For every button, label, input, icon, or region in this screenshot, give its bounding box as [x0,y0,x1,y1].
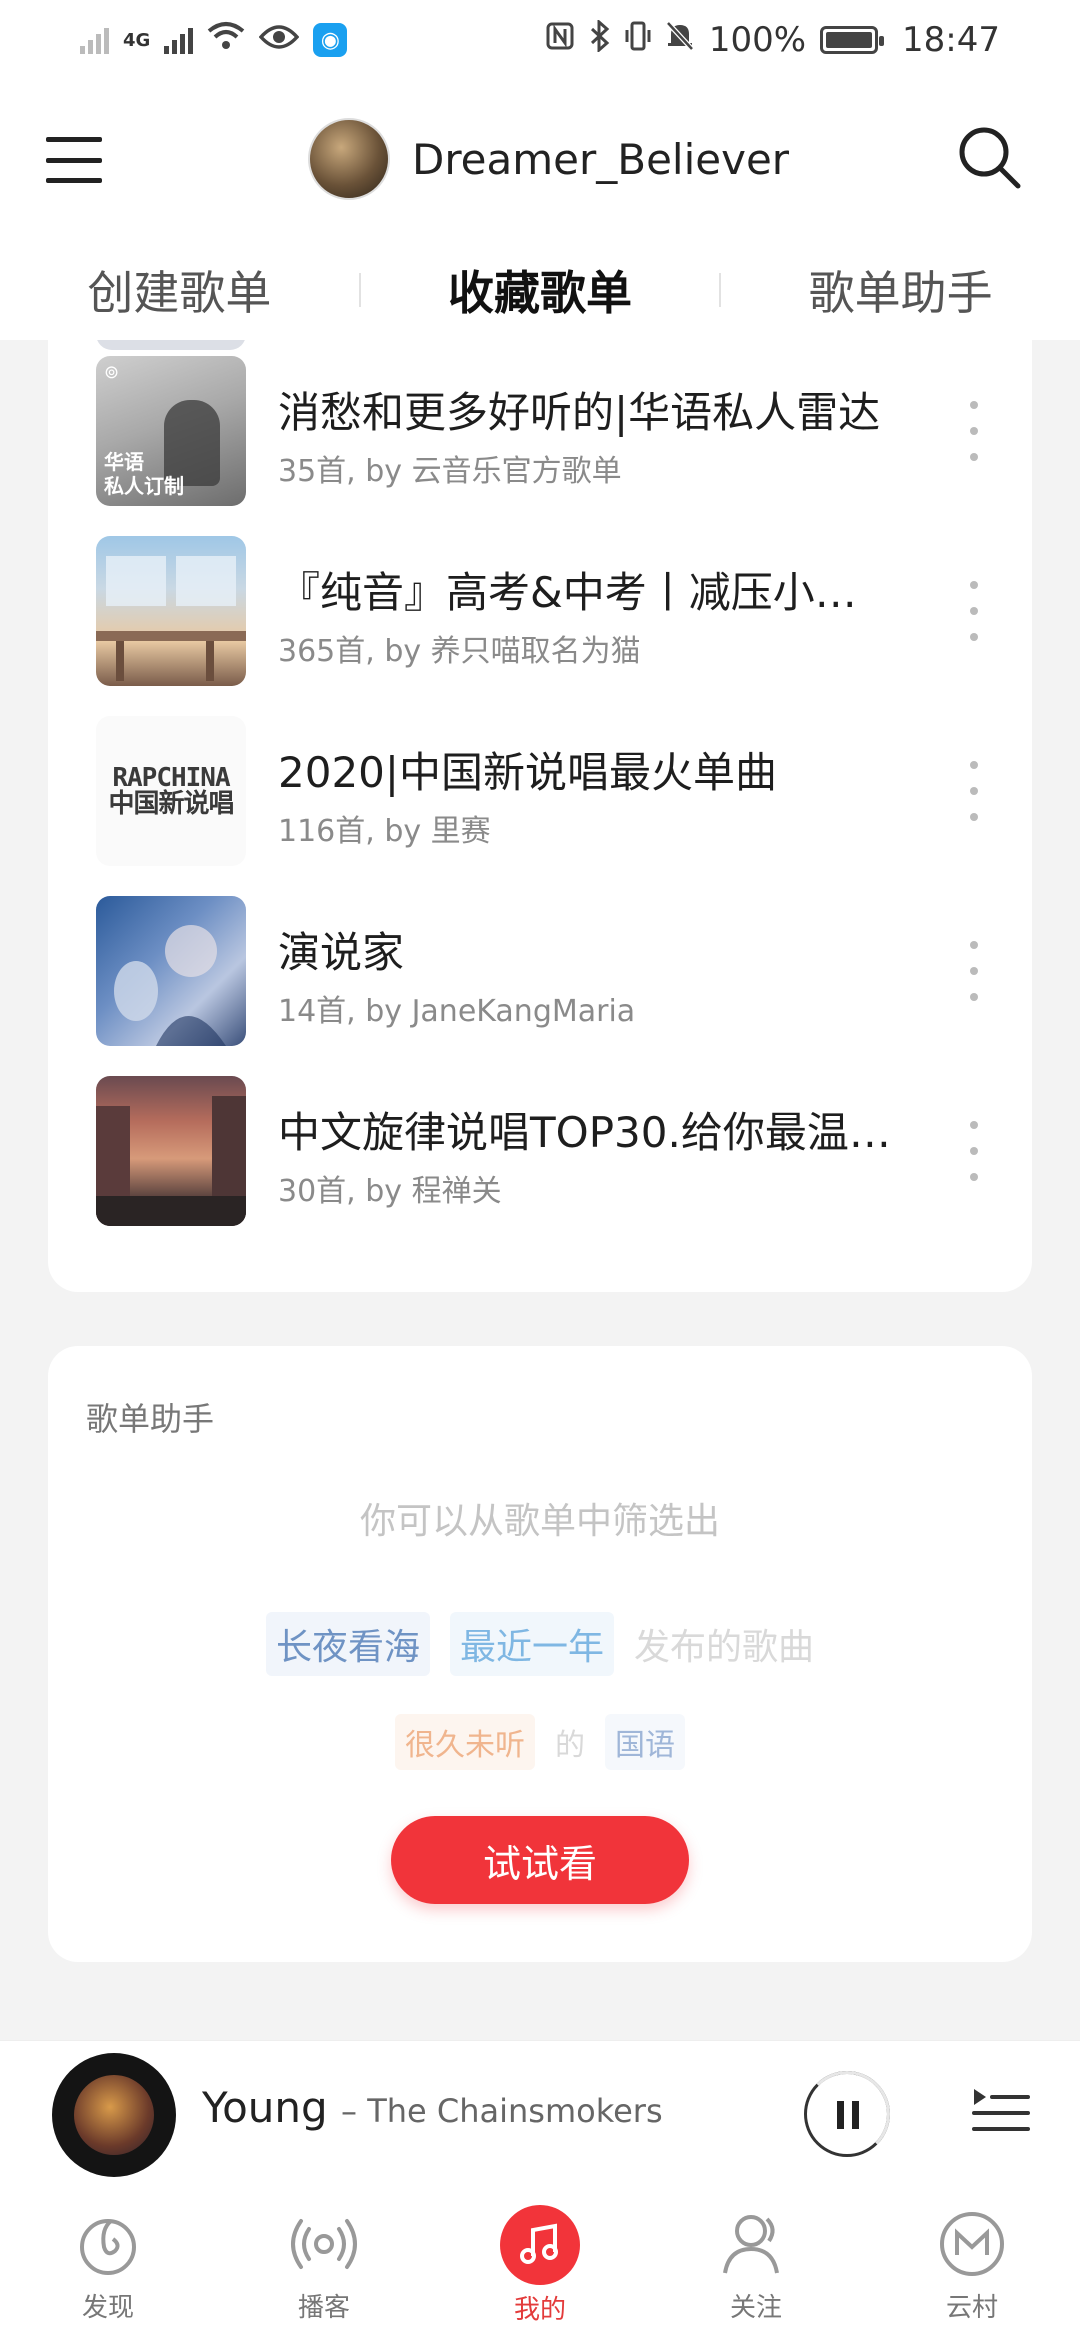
netease-logo-icon: ⊚ [104,362,120,383]
pause-button[interactable] [804,2071,890,2157]
partial-cover [96,340,246,350]
avatar[interactable] [308,118,390,200]
bluetooth-icon [589,18,611,61]
more-options-icon[interactable] [964,1121,984,1181]
more-options-icon[interactable] [964,401,984,461]
podcast-icon [291,2218,357,2269]
playlist-cover [96,1076,246,1226]
playlist-subtitle: 365首, by 养只喵取名为猫 [278,634,641,669]
follow-icon [723,2214,779,2273]
nav-cloud-village[interactable]: 云村 [864,2190,1080,2340]
playlist-assistant-card: 歌单助手 你可以从歌单中筛选出 长夜看海 最近一年 发布的歌曲 很久未听 的 国… [48,1346,1032,1962]
mini-player[interactable]: Young – The Chainsmokers [0,2040,1080,2190]
playlist-title: 『纯音』高考&中考丨减压小… [278,568,857,617]
nav-follow[interactable]: 关注 [648,2190,864,2340]
playlist-title: 2020|中国新说唱最火单曲 [278,748,778,797]
battery-percent: 100% [708,20,807,60]
filter-chip: 国语 [605,1714,685,1770]
assistant-title: 歌单助手 [86,1400,215,1438]
search-icon[interactable] [956,124,1022,190]
username: Dreamer_Believer [412,134,790,184]
playlist-title: 消愁和更多好听的|华语私人雷达 [278,388,881,437]
cloud-village-icon [940,2211,1004,2276]
album-disc[interactable] [52,2053,176,2177]
top-header: Dreamer_Believer [0,80,1080,240]
network-type: 4G [123,29,151,51]
wifi-icon [207,20,245,60]
classroom-illustration [96,556,246,681]
user-profile[interactable]: Dreamer_Believer [308,118,789,200]
nav-label: 关注 [729,2292,782,2323]
nfc-icon [545,20,575,60]
nav-mine[interactable]: 我的 [432,2190,648,2340]
playlist-cover: ⊚ 华语 私人订制 [96,356,246,506]
playlist-queue-icon[interactable] [970,2081,1030,2145]
nav-label: 我的 [513,2294,566,2325]
discover-icon [80,2218,136,2275]
more-options-icon[interactable] [964,761,984,821]
illustration-art [114,925,226,1046]
menu-icon[interactable] [46,137,102,183]
playlist-subtitle: 30首, by 程禅关 [278,1174,502,1209]
playlist-row[interactable]: 『纯音』高考&中考丨减压小… 365首, by 养只喵取名为猫 [48,531,1032,691]
filter-chip: 很久未听 [395,1714,535,1770]
cover-label: 华语 私人订制 [104,450,184,498]
playlist-subtitle: 14首, by JaneKangMaria [278,994,636,1029]
nav-label: 云村 [945,2292,998,2323]
battery-icon [820,26,885,54]
playlist-subtitle: 35首, by 云音乐官方歌单 [278,454,622,489]
playlist-cover: RAPCHINA 中国新说唱 [96,716,246,866]
playlist-subtitle: 116首, by 里赛 [278,814,491,849]
filter-chip: 长夜看海 [265,1612,430,1676]
now-playing[interactable]: Young – The Chainsmokers [202,2083,663,2132]
signal-icon [164,26,194,54]
playlist-row[interactable]: RAPCHINA 中国新说唱 2020|中国新说唱最火单曲 116首, by 里… [48,711,1032,871]
nav-discover[interactable]: 发现 [0,2190,216,2340]
more-options-icon[interactable] [964,941,984,1001]
pause-icon [837,2101,859,2129]
assistant-description: 你可以从歌单中筛选出 [359,1501,720,1542]
eye-icon [258,20,300,60]
song-title: Young [202,2083,328,2132]
bottom-navigation: 发现 播客 我的 关注 云村 [0,2190,1080,2340]
try-it-button[interactable]: 试试看 [391,1816,689,1904]
mute-bell-icon [665,20,695,61]
tab-collected-playlists[interactable]: 收藏歌单 [361,257,720,323]
playlist-cover [96,896,246,1046]
example-text: 的 [555,1728,585,1763]
tab-created-playlists[interactable]: 创建歌单 [0,257,359,323]
playlist-title: 演说家 [278,928,405,977]
artist-separator: – [341,2092,368,2130]
assistant-example-line-2: 很久未听 的 国语 [48,1714,1032,1770]
signal-off-icon [80,26,109,54]
assistant-example-line-1: 长夜看海 最近一年 发布的歌曲 [48,1612,1032,1676]
cityscape-photo [96,1096,246,1226]
music-note-icon [500,2204,580,2285]
more-options-icon[interactable] [964,581,984,641]
playlist-title: 中文旋律说唱TOP30.给你最温… [278,1108,891,1157]
nav-label: 播客 [297,2292,350,2323]
filter-chip: 最近一年 [449,1612,614,1676]
nav-podcast[interactable]: 播客 [216,2190,432,2340]
tab-playlist-assistant[interactable]: 歌单助手 [721,257,1080,323]
clock: 18:47 [902,20,1000,60]
playlist-cover [96,536,246,686]
nav-label: 发现 [81,2292,134,2323]
song-artist: The Chainsmokers [367,2092,663,2130]
status-bar: 4G ◉ 100% 18:47 [0,0,1080,80]
app-notification-icon: ◉ [313,23,348,57]
playlist-row[interactable]: 中文旋律说唱TOP30.给你最温… 30首, by 程禅关 [48,1071,1032,1231]
cover-text: RAPCHINA 中国新说唱 [108,763,234,819]
collected-playlist-list: ⊚ 华语 私人订制 消愁和更多好听的|华语私人雷达 35首, by 云音乐官方歌… [48,340,1032,1292]
playlist-row[interactable]: 演说家 14首, by JaneKangMaria [48,891,1032,1051]
example-text: 发布的歌曲 [634,1627,815,1668]
playlist-tabs: 创建歌单 收藏歌单 歌单助手 [0,240,1080,340]
vibrate-icon [625,20,651,61]
playlist-row[interactable]: ⊚ 华语 私人订制 消愁和更多好听的|华语私人雷达 35首, by 云音乐官方歌… [48,351,1032,511]
